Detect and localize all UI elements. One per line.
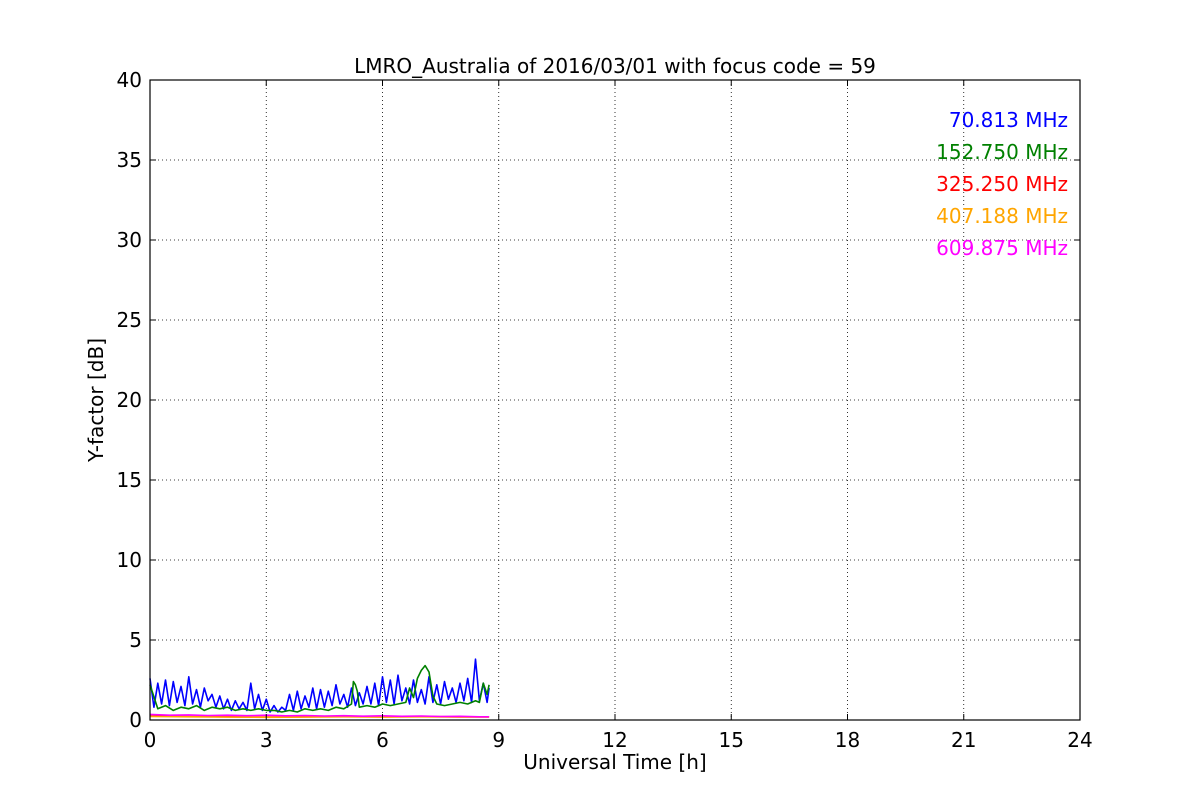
legend-entry: 70.813 MHz [949, 108, 1068, 132]
legend-entry: 325.250 MHz [936, 172, 1068, 196]
y-tick-label: 25 [117, 308, 142, 332]
x-tick-label: 0 [144, 728, 157, 752]
y-tick-label: 10 [117, 548, 142, 572]
x-tick-label: 18 [835, 728, 860, 752]
x-tick-label: 6 [376, 728, 389, 752]
y-tick-label: 30 [117, 228, 142, 252]
y-tick-label: 5 [129, 628, 142, 652]
x-tick-label: 9 [492, 728, 505, 752]
x-axis-label: Universal Time [h] [523, 750, 706, 774]
x-tick-label: 12 [602, 728, 627, 752]
x-tick-label: 3 [260, 728, 273, 752]
x-tick-label: 21 [951, 728, 976, 752]
legend-entry: 407.188 MHz [936, 204, 1068, 228]
y-tick-label: 20 [117, 388, 142, 412]
y-axis-label: Y-factor [dB] [84, 338, 108, 463]
y-tick-label: 35 [117, 148, 142, 172]
x-tick-label: 15 [719, 728, 744, 752]
y-tick-label: 40 [117, 68, 142, 92]
legend-entry: 152.750 MHz [936, 140, 1068, 164]
y-tick-label: 15 [117, 468, 142, 492]
legend: 70.813 MHz 152.750 MHz 325.250 MHz 407.188 … [936, 108, 1068, 260]
legend-entry: 609.875 MHz [936, 236, 1068, 260]
y-tick-label: 0 [129, 708, 142, 732]
chart-title: LMRO_Australia of 2016/03/01 with focus … [354, 54, 876, 78]
chart-svg: LMRO_Australia of 2016/03/01 with focus … [0, 0, 1200, 800]
x-tick-label: 24 [1067, 728, 1092, 752]
